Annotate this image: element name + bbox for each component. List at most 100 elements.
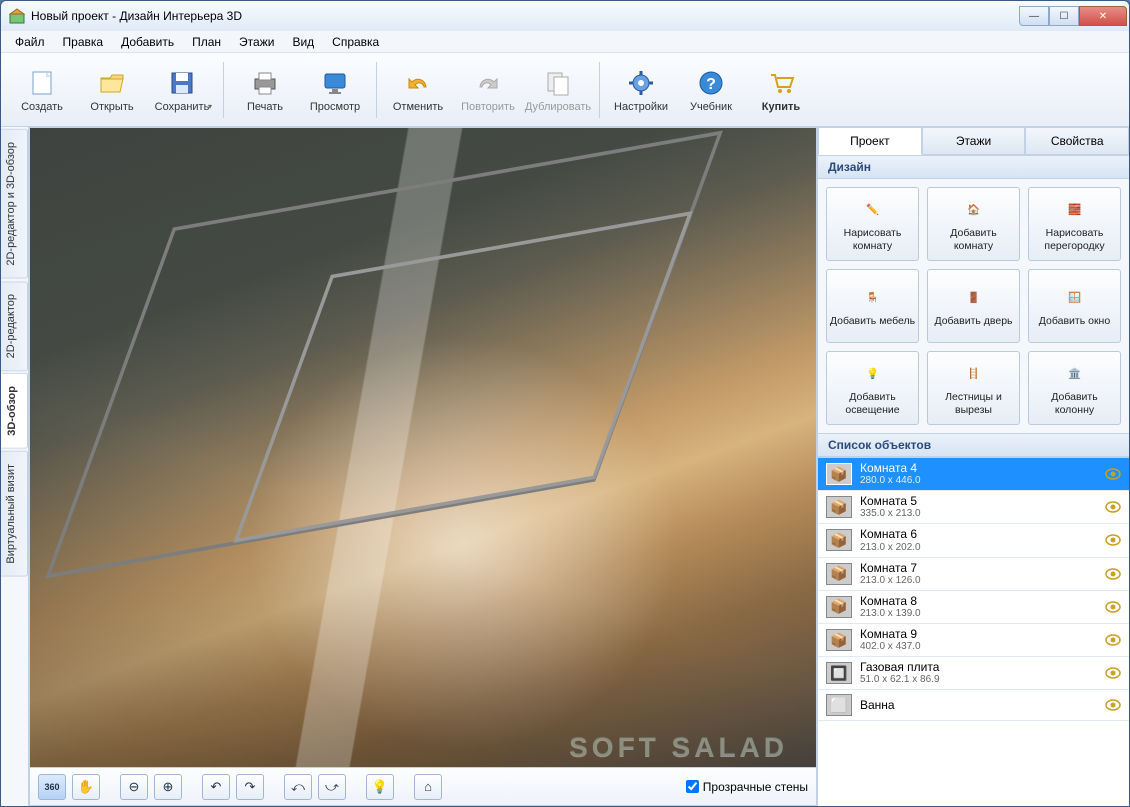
rotate-ccw-button[interactable]: ↶	[202, 774, 230, 800]
object-thumb-icon: 📦	[826, 629, 852, 651]
pan-button[interactable]: ✋	[72, 774, 100, 800]
add-door-button[interactable]: 🚪 Добавить дверь	[927, 269, 1020, 343]
visibility-eye-icon[interactable]	[1105, 601, 1121, 613]
object-row[interactable]: 📦 Комната 7213.0 x 126.0	[818, 558, 1129, 591]
cart-icon	[765, 67, 797, 99]
object-thumb-icon: 📦	[826, 463, 852, 485]
object-row[interactable]: 📦Комната 8213.0 x 139.0	[818, 591, 1129, 624]
menu-add[interactable]: Добавить	[113, 33, 182, 51]
toolbar-redo-button[interactable]: Повторить	[453, 64, 523, 116]
window-maximize-button[interactable]: ☐	[1049, 6, 1079, 26]
duplicate-icon	[542, 67, 574, 99]
visibility-eye-icon[interactable]	[1105, 501, 1121, 513]
window-minimize-button[interactable]: —	[1019, 6, 1049, 26]
object-dimensions: 213.0 x 126.0	[860, 575, 921, 586]
draw-room-button[interactable]: ✏️ Нарисовать комнату	[826, 187, 919, 261]
tab-2d-editor[interactable]: 2D-редактор	[1, 281, 28, 371]
visibility-eye-icon[interactable]	[1105, 634, 1121, 646]
object-row[interactable]: 📦Комната 9402.0 x 437.0	[818, 624, 1129, 657]
visibility-eye-icon[interactable]	[1105, 699, 1121, 711]
light-icon: 💡	[859, 360, 887, 388]
add-window-button[interactable]: 🪟 Добавить окно	[1028, 269, 1121, 343]
object-dimensions: 213.0 x 202.0	[860, 542, 921, 553]
toolbar-tutorial-button[interactable]: ? Учебник	[676, 64, 746, 116]
object-thumb-icon: 📦	[826, 496, 852, 518]
svg-text:?: ?	[706, 76, 716, 93]
right-panel: Проект Этажи Свойства Дизайн ✏️ Нарисова…	[817, 127, 1129, 806]
object-name: Комната 5	[860, 495, 921, 508]
toolbar-print-button[interactable]: Печать	[230, 64, 300, 116]
menu-floors[interactable]: Этажи	[231, 33, 282, 51]
add-column-button[interactable]: 🏛️ Добавить колонну	[1028, 351, 1121, 425]
menu-view[interactable]: Вид	[284, 33, 322, 51]
object-name: Газовая плита	[860, 661, 940, 674]
tilt-left-button[interactable]: ⤺	[284, 774, 312, 800]
lighting-button[interactable]: 💡	[366, 774, 394, 800]
toolbar-save-button[interactable]: Сохранить	[147, 64, 217, 116]
orbit-360-button[interactable]: 360	[38, 774, 66, 800]
undo-icon	[402, 67, 434, 99]
titlebar: Новый проект - Дизайн Интерьера 3D — ☐ ✕	[1, 1, 1129, 31]
tab-virtual-visit[interactable]: Виртуальный визит	[1, 451, 28, 577]
add-room-button[interactable]: 🏠 Добавить комнату	[927, 187, 1020, 261]
toolbar-preview-button[interactable]: Просмотр	[300, 64, 370, 116]
object-row[interactable]: 📦Комната 4280.0 x 446.0	[818, 458, 1129, 491]
toolbar-duplicate-button[interactable]: Дублировать	[523, 64, 593, 116]
visibility-eye-icon[interactable]	[1105, 568, 1121, 580]
stairs-button[interactable]: 🪜 Лестницы и вырезы	[927, 351, 1020, 425]
toolbar-open-button[interactable]: Открыть	[77, 64, 147, 116]
object-dimensions: 51.0 x 62.1 x 86.9	[860, 674, 940, 685]
app-icon	[9, 8, 25, 24]
add-furniture-button[interactable]: 🪑 Добавить мебель	[826, 269, 919, 343]
bulb-icon: 💡	[372, 779, 388, 795]
window-icon: 🪟	[1061, 284, 1089, 312]
zoom-out-button[interactable]: ⊖	[120, 774, 148, 800]
tab-3d-view[interactable]: 3D-обзор	[1, 373, 28, 449]
object-name: Комната 9	[860, 628, 921, 641]
zoom-out-icon: ⊖	[129, 779, 140, 795]
printer-icon	[249, 67, 281, 99]
door-icon: 🚪	[960, 284, 988, 312]
toolbar-undo-button[interactable]: Отменить	[383, 64, 453, 116]
scene-3d[interactable]	[30, 128, 816, 767]
object-dimensions: 213.0 x 139.0	[860, 608, 921, 619]
tab-2d-and-3d[interactable]: 2D-редактор и 3D-обзор	[1, 129, 28, 279]
transparent-walls-toggle[interactable]: Прозрачные стены	[686, 780, 808, 794]
monitor-icon	[319, 67, 351, 99]
toolbar-create-button[interactable]: Создать	[7, 64, 77, 116]
rotate-cw-icon: ↷	[245, 779, 256, 795]
zoom-in-button[interactable]: ⊕	[154, 774, 182, 800]
home-view-button[interactable]: ⌂	[414, 774, 442, 800]
visibility-eye-icon[interactable]	[1105, 667, 1121, 679]
hand-icon: ✋	[78, 779, 94, 795]
object-list[interactable]: 📦Комната 4280.0 x 446.0📦Комната 5335.0 x…	[818, 457, 1129, 806]
object-name: Комната 8	[860, 595, 921, 608]
object-row[interactable]: 📦Комната 5335.0 x 213.0	[818, 491, 1129, 524]
object-row[interactable]: 📦Комната 6213.0 x 202.0	[818, 524, 1129, 557]
tab-properties[interactable]: Свойства	[1025, 127, 1129, 155]
menu-help[interactable]: Справка	[324, 33, 387, 51]
visibility-eye-icon[interactable]	[1105, 468, 1121, 480]
menu-edit[interactable]: Правка	[55, 33, 112, 51]
window-close-button[interactable]: ✕	[1079, 6, 1127, 26]
viewport-3d[interactable]: 360 ✋ ⊖ ⊕ ↶ ↷ ⤺ ⤻ 💡 ⌂ Прозрачные стены	[29, 127, 817, 806]
object-row[interactable]: 🔲Газовая плита51.0 x 62.1 x 86.9	[818, 657, 1129, 690]
add-light-button[interactable]: 💡 Добавить освещение	[826, 351, 919, 425]
rotate-cw-button[interactable]: ↷	[236, 774, 264, 800]
toolbar: Создать Открыть Сохранить Печать Просмот…	[1, 53, 1129, 127]
tilt-right-button[interactable]: ⤻	[318, 774, 346, 800]
object-row[interactable]: ⬜Ванна	[818, 690, 1129, 721]
tab-project[interactable]: Проект	[818, 127, 922, 155]
menubar: Файл Правка Добавить План Этажи Вид Спра…	[1, 31, 1129, 53]
toolbar-settings-button[interactable]: Настройки	[606, 64, 676, 116]
visibility-eye-icon[interactable]	[1105, 534, 1121, 546]
object-name: Комната 7	[860, 562, 921, 575]
menu-plan[interactable]: План	[184, 33, 229, 51]
home-icon: ⌂	[424, 779, 432, 794]
draw-partition-button[interactable]: 🧱 Нарисовать перегородку	[1028, 187, 1121, 261]
transparent-walls-checkbox[interactable]	[686, 780, 699, 793]
menu-file[interactable]: Файл	[7, 33, 53, 51]
toolbar-buy-button[interactable]: Купить	[746, 64, 816, 116]
object-thumb-icon: 📦	[826, 563, 852, 585]
tab-floors[interactable]: Этажи	[922, 127, 1026, 155]
